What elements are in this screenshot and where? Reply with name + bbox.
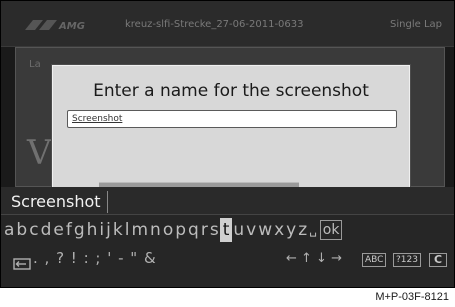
key-letter[interactable]: x bbox=[273, 218, 285, 242]
letter-row: a b c d e f g h i j k l m n o p q r s t … bbox=[1, 217, 454, 243]
key-letter[interactable]: p bbox=[174, 218, 187, 242]
key-letter[interactable]: y bbox=[285, 218, 297, 242]
key-letter[interactable]: w bbox=[257, 218, 273, 242]
key-letter[interactable]: u bbox=[232, 218, 245, 242]
key-letter-selected[interactable]: t bbox=[219, 218, 233, 242]
input-value: Screenshot bbox=[72, 114, 123, 124]
punctuation-keys[interactable]: . , ? ! : ; ' - " & bbox=[33, 249, 157, 267]
svg-text:AMG: AMG bbox=[58, 21, 85, 31]
key-letter[interactable]: v bbox=[245, 218, 257, 242]
amg-logo: AMG bbox=[23, 19, 101, 31]
screenshot-name-dialog: Enter a name for the screenshot Screensh… bbox=[52, 65, 410, 194]
candidate-word[interactable]: Screenshot bbox=[11, 191, 108, 213]
key-letter[interactable]: b bbox=[15, 218, 28, 242]
backspace-icon[interactable] bbox=[13, 255, 31, 270]
key-letter[interactable]: r bbox=[200, 218, 209, 242]
key-letter[interactable]: k bbox=[112, 218, 124, 242]
candidate-bar: Screenshot bbox=[1, 187, 454, 215]
key-letter[interactable]: l bbox=[124, 218, 131, 242]
track-map-fragment: V bbox=[27, 133, 52, 173]
mode-label: Single Lap bbox=[390, 19, 442, 30]
key-letter[interactable]: a bbox=[3, 218, 15, 242]
key-letter[interactable]: i bbox=[98, 218, 105, 242]
app-header: AMG kreuz-slfi-Strecke_27-06-2011-0633 S… bbox=[1, 1, 454, 47]
key-letter[interactable]: g bbox=[73, 218, 86, 242]
key-letter[interactable]: s bbox=[209, 218, 220, 242]
symbol-row: . , ? ! : ; ' - " & ← ↑ ↓ → ABC ?123 C bbox=[1, 247, 454, 273]
abc-mode-button[interactable]: ABC bbox=[362, 253, 387, 267]
key-letter[interactable]: f bbox=[65, 218, 73, 242]
lap-label: La bbox=[29, 59, 41, 70]
key-letter[interactable]: z bbox=[297, 218, 308, 242]
file-name: kreuz-slfi-Strecke_27-06-2011-0633 bbox=[125, 19, 304, 30]
space-key[interactable]: ␣ bbox=[308, 218, 318, 242]
key-letter[interactable]: d bbox=[40, 218, 53, 242]
key-letter[interactable]: e bbox=[52, 218, 64, 242]
figure-caption: M+P-03F-8121 bbox=[375, 291, 449, 303]
key-letter[interactable]: j bbox=[105, 218, 112, 242]
key-letter[interactable]: c bbox=[28, 218, 39, 242]
numeric-mode-button[interactable]: ?123 bbox=[393, 253, 421, 267]
clear-button[interactable]: C bbox=[429, 253, 448, 267]
onscreen-keyboard: Screenshot a b c d e f g h i j k l m n o… bbox=[1, 187, 454, 287]
arrow-keys[interactable]: ← ↑ ↓ → bbox=[286, 251, 342, 266]
key-letter[interactable]: o bbox=[162, 218, 174, 242]
key-letter[interactable]: q bbox=[187, 218, 200, 242]
key-letter[interactable]: n bbox=[149, 218, 162, 242]
dialog-title: Enter a name for the screenshot bbox=[93, 81, 369, 101]
key-letter[interactable]: h bbox=[86, 218, 99, 242]
screenshot-name-input[interactable]: Screenshot bbox=[67, 110, 397, 128]
device-screen: AMG kreuz-slfi-Strecke_27-06-2011-0633 S… bbox=[0, 0, 455, 288]
key-letter[interactable]: m bbox=[130, 218, 149, 242]
ok-button[interactable]: ok bbox=[319, 220, 343, 240]
